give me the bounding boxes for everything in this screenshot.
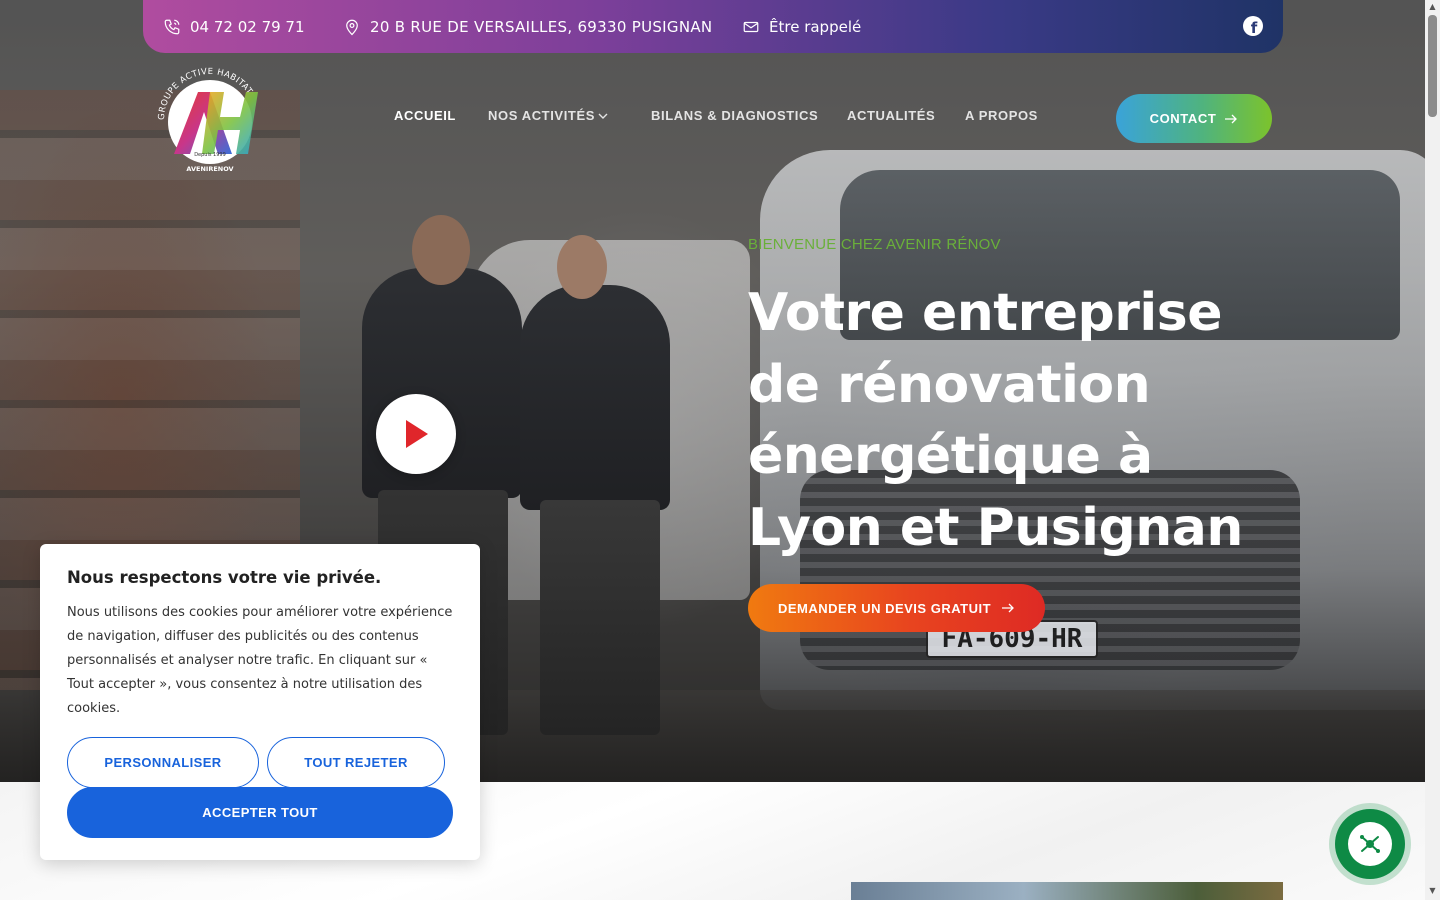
cookie-body: Nous utilisons des cookies pour améliore… bbox=[67, 605, 453, 716]
callback-text: Être rappelé bbox=[769, 17, 862, 36]
callback-link[interactable]: Être rappelé bbox=[742, 0, 861, 53]
chat-icon bbox=[1360, 835, 1380, 853]
request-quote-label: DEMANDER UN DEVIS GRATUIT bbox=[777, 600, 992, 616]
nav-item-a-propos[interactable]: A PROPOS bbox=[965, 108, 1038, 123]
worker-right-head bbox=[557, 235, 607, 299]
nav-item-actualites[interactable]: ACTUALITÉS bbox=[847, 108, 935, 123]
top-info-bar: 04 72 02 79 71 20 B RUE DE VERSAILLES, 6… bbox=[143, 0, 1283, 53]
play-icon bbox=[406, 420, 428, 448]
cookie-customize-button[interactable]: PERSONNALISER bbox=[67, 737, 259, 788]
nav-item-accueil[interactable]: ACCUEIL bbox=[394, 108, 456, 123]
logo-brand-text: AVENIRENOV bbox=[186, 165, 233, 173]
cookie-title: Nous respectons votre vie privée. bbox=[67, 568, 382, 587]
facebook-icon[interactable]: f bbox=[1243, 16, 1263, 36]
contact-button-label: CONTACT bbox=[1149, 111, 1217, 126]
cookie-consent-dialog: Nous respectons votre vie privée. Nous u… bbox=[40, 544, 480, 860]
logo-since-text: Depuis 1999 bbox=[194, 152, 226, 158]
chevron-down-icon[interactable] bbox=[597, 110, 609, 122]
chat-widget-ring bbox=[1335, 809, 1405, 879]
hero-headline-line: de rénovation bbox=[748, 354, 1151, 415]
phone-number: 04 72 02 79 71 bbox=[190, 17, 305, 36]
page-scrollbar[interactable]: ▲ ▼ bbox=[1425, 0, 1440, 900]
scroll-down-arrow-icon[interactable]: ▼ bbox=[1428, 886, 1437, 896]
hero-headline-line: Votre entreprise bbox=[748, 283, 1222, 343]
cookie-accept-all-button[interactable]: ACCEPTER TOUT bbox=[67, 787, 453, 838]
worker-right-body bbox=[520, 285, 670, 510]
nav-item-nos-activites[interactable]: NOS ACTIVITÉS bbox=[488, 108, 595, 123]
chat-widget-core bbox=[1348, 822, 1392, 866]
hero-eyebrow: BIENVENUE CHEZ AVENIR RÉNOV bbox=[748, 236, 1001, 253]
cookie-reject-all-button[interactable]: TOUT REJETER bbox=[267, 737, 445, 788]
address-text: 20 B RUE DE VERSAILLES, 69330 PUSIGNAN bbox=[370, 17, 713, 36]
scroll-up-arrow-icon[interactable]: ▲ bbox=[1428, 2, 1437, 12]
arrow-right-icon bbox=[1002, 603, 1014, 613]
video-play-button[interactable] bbox=[376, 394, 456, 474]
location-pin-icon bbox=[343, 18, 361, 36]
section-image bbox=[851, 882, 1283, 900]
phone-icon bbox=[163, 18, 181, 36]
hero-headline-line: énergétique à bbox=[748, 426, 1153, 486]
nav-item-bilans-diagnostics[interactable]: BILANS & DIAGNOSTICS bbox=[651, 108, 818, 123]
phone-link[interactable]: 04 72 02 79 71 bbox=[163, 0, 305, 53]
address-link[interactable]: 20 B RUE DE VERSAILLES, 69330 PUSIGNAN bbox=[343, 0, 712, 53]
chat-widget-button[interactable] bbox=[1329, 803, 1411, 885]
request-quote-button[interactable]: DEMANDER UN DEVIS GRATUIT bbox=[748, 584, 1045, 632]
contact-button[interactable]: CONTACT bbox=[1116, 94, 1272, 143]
worker-left-head bbox=[412, 215, 470, 285]
scrollbar-thumb[interactable] bbox=[1428, 15, 1437, 117]
site-logo[interactable]: GROUPE ACTIVE HABITAT Depuis 1999 AVENIR… bbox=[152, 62, 267, 177]
hero-headline: Votre entreprise de rénovation énergétiq… bbox=[748, 278, 1268, 564]
mail-icon bbox=[742, 18, 760, 36]
hero-headline-line: Lyon et Pusignan bbox=[748, 497, 1243, 558]
arrow-right-icon bbox=[1225, 114, 1238, 123]
worker-right-legs bbox=[540, 500, 660, 735]
